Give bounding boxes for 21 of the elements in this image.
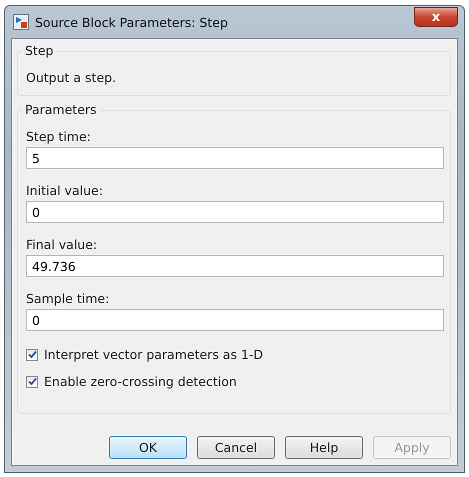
field-label: Step time: — [26, 129, 92, 144]
checkbox[interactable] — [26, 348, 38, 360]
window-title: Source Block Parameters: Step — [35, 14, 229, 30]
group-title: Parameters — [22, 102, 100, 117]
description-text: Output a step. — [26, 70, 118, 85]
input-field[interactable]: 0 — [26, 309, 444, 331]
close-button[interactable]: x — [414, 7, 458, 27]
field-label: Final value: — [26, 237, 98, 252]
input-field[interactable]: 49.736 — [26, 255, 444, 277]
checkbox[interactable] — [26, 376, 38, 388]
checkbox-label: Enable zero-crossing detection — [44, 374, 237, 389]
dialog-button[interactable]: Help — [285, 436, 363, 459]
checkbox-label: Interpret vector parameters as 1-D — [44, 347, 264, 362]
dialog-button[interactable]: Cancel — [197, 436, 275, 459]
block-icon — [13, 14, 29, 30]
dialog-button[interactable]: OK — [109, 436, 187, 459]
input-field[interactable]: 0 — [26, 201, 444, 223]
input-field[interactable]: 5 — [26, 147, 444, 169]
group-title: Step — [22, 43, 56, 58]
field-label: Initial value: — [26, 183, 104, 198]
field-label: Sample time: — [26, 291, 110, 306]
